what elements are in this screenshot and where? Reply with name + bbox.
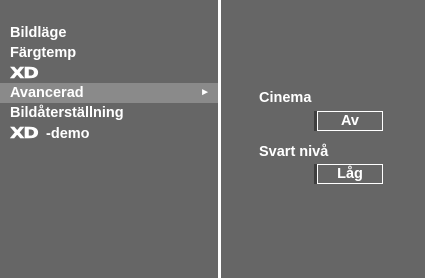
- menu-item-label: -demo: [46, 126, 90, 142]
- tv-osd-screen: Bildläge Färgtemp XD Avancerad ► Bildåte…: [0, 0, 425, 278]
- menu-item-label: Bildåterställning: [10, 105, 124, 121]
- svart-niva-label: Svart nivå: [259, 144, 329, 160]
- menu-item-xd-demo[interactable]: XD -demo: [0, 123, 218, 143]
- cinema-label: Cinema: [259, 90, 312, 106]
- menu-item-label: Avancerad: [10, 85, 84, 101]
- svart-niva-value-box[interactable]: Låg: [317, 164, 383, 184]
- menu-panel: Bildläge Färgtemp XD Avancerad ► Bildåte…: [0, 0, 218, 278]
- menu-item-fargtemp[interactable]: Färgtemp: [0, 43, 218, 63]
- picture-menu: Bildläge Färgtemp XD Avancerad ► Bildåte…: [0, 23, 218, 143]
- xd-logo-icon: XD: [10, 64, 39, 82]
- menu-item-avancerad[interactable]: Avancerad ►: [0, 83, 218, 103]
- menu-item-label: Bildläge: [10, 25, 67, 41]
- menu-item-bildlage[interactable]: Bildläge: [0, 23, 218, 43]
- submenu-arrow-icon: ►: [200, 87, 210, 98]
- submenu-panel: Cinema Av Svart nivå Låg: [221, 0, 425, 278]
- menu-item-xd[interactable]: XD: [0, 63, 218, 83]
- menu-item-bildaterstallning[interactable]: Bildåterställning: [0, 103, 218, 123]
- xd-logo-icon: XD: [10, 124, 39, 142]
- cinema-value-box[interactable]: Av: [317, 111, 383, 131]
- menu-item-label: Färgtemp: [10, 45, 77, 61]
